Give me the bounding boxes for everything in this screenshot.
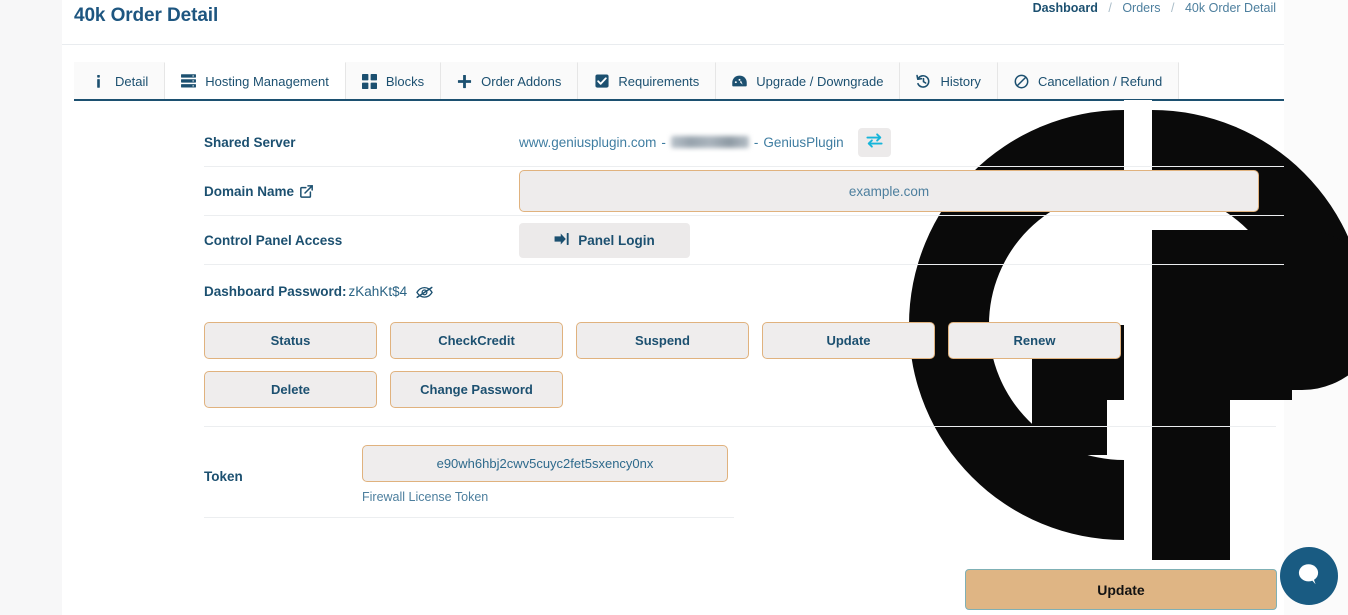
shared-server-value: www.geniusplugin.com - - GeniusPlugin [519, 135, 844, 150]
dashboard-password-label: Dashboard Password [204, 284, 343, 299]
server-host: www.geniusplugin.com [519, 134, 657, 150]
server-ip-masked [670, 136, 749, 148]
delete-button[interactable]: Delete [204, 371, 377, 408]
page-gutter-right [1284, 0, 1348, 615]
hosting-management-form: Shared Server www.geniusplugin.com - - G… [204, 118, 1284, 518]
swap-arrows-icon [866, 133, 883, 151]
tab-hosting-management[interactable]: Hosting Management [164, 62, 346, 101]
tab-label: Requirements [618, 73, 700, 89]
eye-slash-icon[interactable] [416, 285, 433, 299]
tab-label: Order Addons [481, 73, 562, 89]
token-control: Firewall License Token [362, 445, 728, 504]
tab-history[interactable]: History [899, 62, 998, 101]
server-icon [181, 74, 197, 89]
gauge-icon [732, 74, 748, 89]
page-gutter-left [0, 0, 62, 615]
domain-name-control [519, 170, 1284, 212]
row-shared-server: Shared Server www.geniusplugin.com - - G… [204, 118, 1284, 167]
ban-icon [1014, 74, 1029, 89]
page-title: 40k Order Detail [74, 5, 219, 26]
server-dash: - [661, 134, 666, 150]
tab-requirements[interactable]: Requirements [577, 62, 717, 101]
tab-order-addons[interactable]: Order Addons [440, 62, 579, 101]
shared-server-label: Shared Server [204, 134, 296, 150]
page-root: 40k Order Detail Dashboard / Orders / 40… [0, 0, 1348, 615]
external-link-icon[interactable] [300, 184, 313, 198]
chat-bubble-icon [1294, 560, 1324, 593]
header-divider [62, 44, 1284, 45]
change-password-button[interactable]: Change Password [390, 371, 563, 408]
tab-label: Detail [115, 73, 149, 89]
domain-name-label: Domain Name [204, 184, 519, 199]
checkcredit-button[interactable]: CheckCredit [390, 322, 563, 359]
tab-bar: Detail Hosting Management Blocks Order A… [74, 62, 1180, 101]
change-server-button[interactable] [857, 127, 891, 157]
row-token: Token Firewall License Token [204, 427, 734, 518]
info-icon [91, 74, 106, 89]
content-card: 40k Order Detail Dashboard / Orders / 40… [62, 0, 1348, 615]
tab-detail[interactable]: Detail [74, 62, 166, 101]
tab-blocks[interactable]: Blocks [344, 62, 442, 101]
dashboard-password-colon: : [342, 284, 347, 299]
token-label: Token [204, 469, 243, 484]
tab-label: Hosting Management [205, 73, 329, 89]
row-control-panel-access: Control Panel Access Panel Login [204, 216, 1284, 265]
domain-name-input[interactable] [519, 170, 1259, 212]
tab-cancellation-refund[interactable]: Cancellation / Refund [996, 62, 1180, 101]
server-dash: - [753, 134, 759, 150]
tab-bar-underline [74, 99, 1284, 101]
checkbox-checked-icon [594, 74, 609, 89]
action-button-grid: Status CheckCredit Suspend Update Renew … [204, 322, 1284, 408]
dashboard-password-value: zKahKt$4 [348, 284, 408, 299]
dashboard-password-line: Dashboard Password: zKahKt$4 [204, 284, 1284, 299]
submit-update-button[interactable]: Update [965, 569, 1277, 610]
update-button[interactable]: Update [762, 322, 935, 359]
tab-label: Cancellation / Refund [1037, 73, 1163, 89]
action-button-row: Status CheckCredit Suspend Update Renew [204, 322, 1284, 359]
action-button-row: Delete Change Password [204, 371, 1284, 408]
shared-server-control: www.geniusplugin.com - - GeniusPlugin [519, 127, 1284, 157]
plus-icon [457, 74, 472, 89]
sign-in-icon [554, 232, 569, 249]
token-input[interactable] [362, 445, 728, 482]
history-clock-icon [916, 74, 931, 89]
status-button[interactable]: Status [204, 322, 377, 359]
chat-widget-button[interactable] [1280, 547, 1338, 605]
row-domain-name: Domain Name [204, 167, 1284, 216]
tab-upgrade-downgrade[interactable]: Upgrade / Downgrade [715, 62, 901, 101]
panel-login-button[interactable]: Panel Login [519, 222, 690, 258]
tab-label: Upgrade / Downgrade [756, 73, 884, 89]
panel-login-label: Panel Login [578, 232, 655, 248]
breadcrumb-item-dashboard[interactable]: Dashboard [1033, 1, 1098, 15]
tab-label: History [940, 73, 981, 89]
breadcrumb-item-orders[interactable]: Orders [1122, 1, 1160, 15]
grid-blocks-icon [361, 73, 377, 89]
server-provider: GeniusPlugin [763, 134, 844, 150]
domain-name-label-text: Domain Name [204, 183, 295, 199]
breadcrumb: Dashboard / Orders / 40k Order Detail [1033, 1, 1276, 15]
renew-button[interactable]: Renew [948, 322, 1121, 359]
control-panel-access-control: Panel Login [519, 222, 1284, 258]
control-panel-access-label: Control Panel Access [204, 232, 343, 248]
breadcrumb-separator: / [1171, 1, 1175, 15]
suspend-button[interactable]: Suspend [576, 322, 749, 359]
breadcrumb-separator: / [1108, 1, 1112, 15]
token-help-text: Firewall License Token [362, 490, 489, 504]
page-header: 40k Order Detail Dashboard / Orders / 40… [74, 0, 1280, 44]
tab-label: Blocks [385, 73, 425, 89]
breadcrumb-item-current: 40k Order Detail [1184, 1, 1276, 15]
